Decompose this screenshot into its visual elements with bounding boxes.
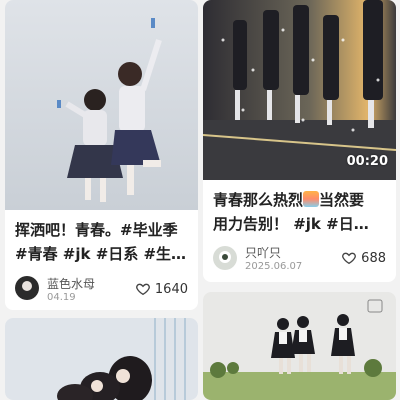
video-duration: 00:20 — [346, 154, 388, 169]
card-2-title-line1: 青春那么热烈 当然要 — [213, 188, 388, 212]
card-1-avatar[interactable] — [15, 276, 39, 300]
card-2-avatar[interactable] — [213, 246, 237, 270]
card-2-video[interactable]: 00:20 — [203, 0, 396, 180]
card-3-photo[interactable] — [5, 318, 198, 400]
card-1-title-line2: #青春 #jk #日系 #生… — [15, 245, 187, 263]
girls-jumping-image — [5, 0, 198, 210]
card-1-title[interactable]: 挥洒吧！青春。#毕业季 #青春 #jk #日系 #生… — [15, 218, 190, 266]
card-1-title-line1: 挥洒吧！青春。#毕业季 — [15, 221, 178, 239]
card-1-like-count: 1640 — [154, 281, 188, 297]
card-1-author[interactable]: 蓝色水母 — [47, 275, 95, 292]
students-sunset-image — [203, 0, 396, 180]
girls-lying-image — [5, 318, 198, 400]
feed-card-1[interactable]: 挥洒吧！青春。#毕业季 #青春 #jk #日系 #生… 蓝色水母 04.19 1… — [5, 0, 198, 310]
card-2-date: 2025.06.07 — [245, 261, 303, 272]
heart-icon — [342, 252, 357, 265]
card-1-date: 04.19 — [47, 292, 76, 303]
heart-icon — [136, 283, 150, 296]
card-2-like-button[interactable]: 688 — [341, 250, 386, 266]
card-1-photo[interactable] — [5, 0, 198, 210]
card-2-author[interactable]: 只吖只 — [245, 244, 281, 261]
card-2-title[interactable]: 青春那么热烈 当然要 用力告别！ #jk #日… — [213, 188, 388, 236]
sunset-emoji-icon — [303, 191, 320, 207]
feed-card-2[interactable]: 00:20 青春那么热烈 当然要 用力告别！ #jk #日… 只吖只 2025.0… — [203, 0, 396, 282]
card-2-like-count: 688 — [361, 250, 386, 266]
card-1-like-button[interactable]: 1640 — [135, 281, 188, 297]
feed-card-4[interactable] — [203, 292, 396, 400]
card-4-photo[interactable] — [203, 292, 396, 400]
card-2-title-part1: 青春那么热烈 — [213, 191, 304, 209]
feed-card-3[interactable] — [5, 318, 198, 400]
card-2-title-part2: 当然要 — [319, 191, 365, 209]
girls-field-image — [203, 292, 396, 400]
card-2-title-line2: 用力告别！ #jk #日… — [213, 215, 369, 233]
